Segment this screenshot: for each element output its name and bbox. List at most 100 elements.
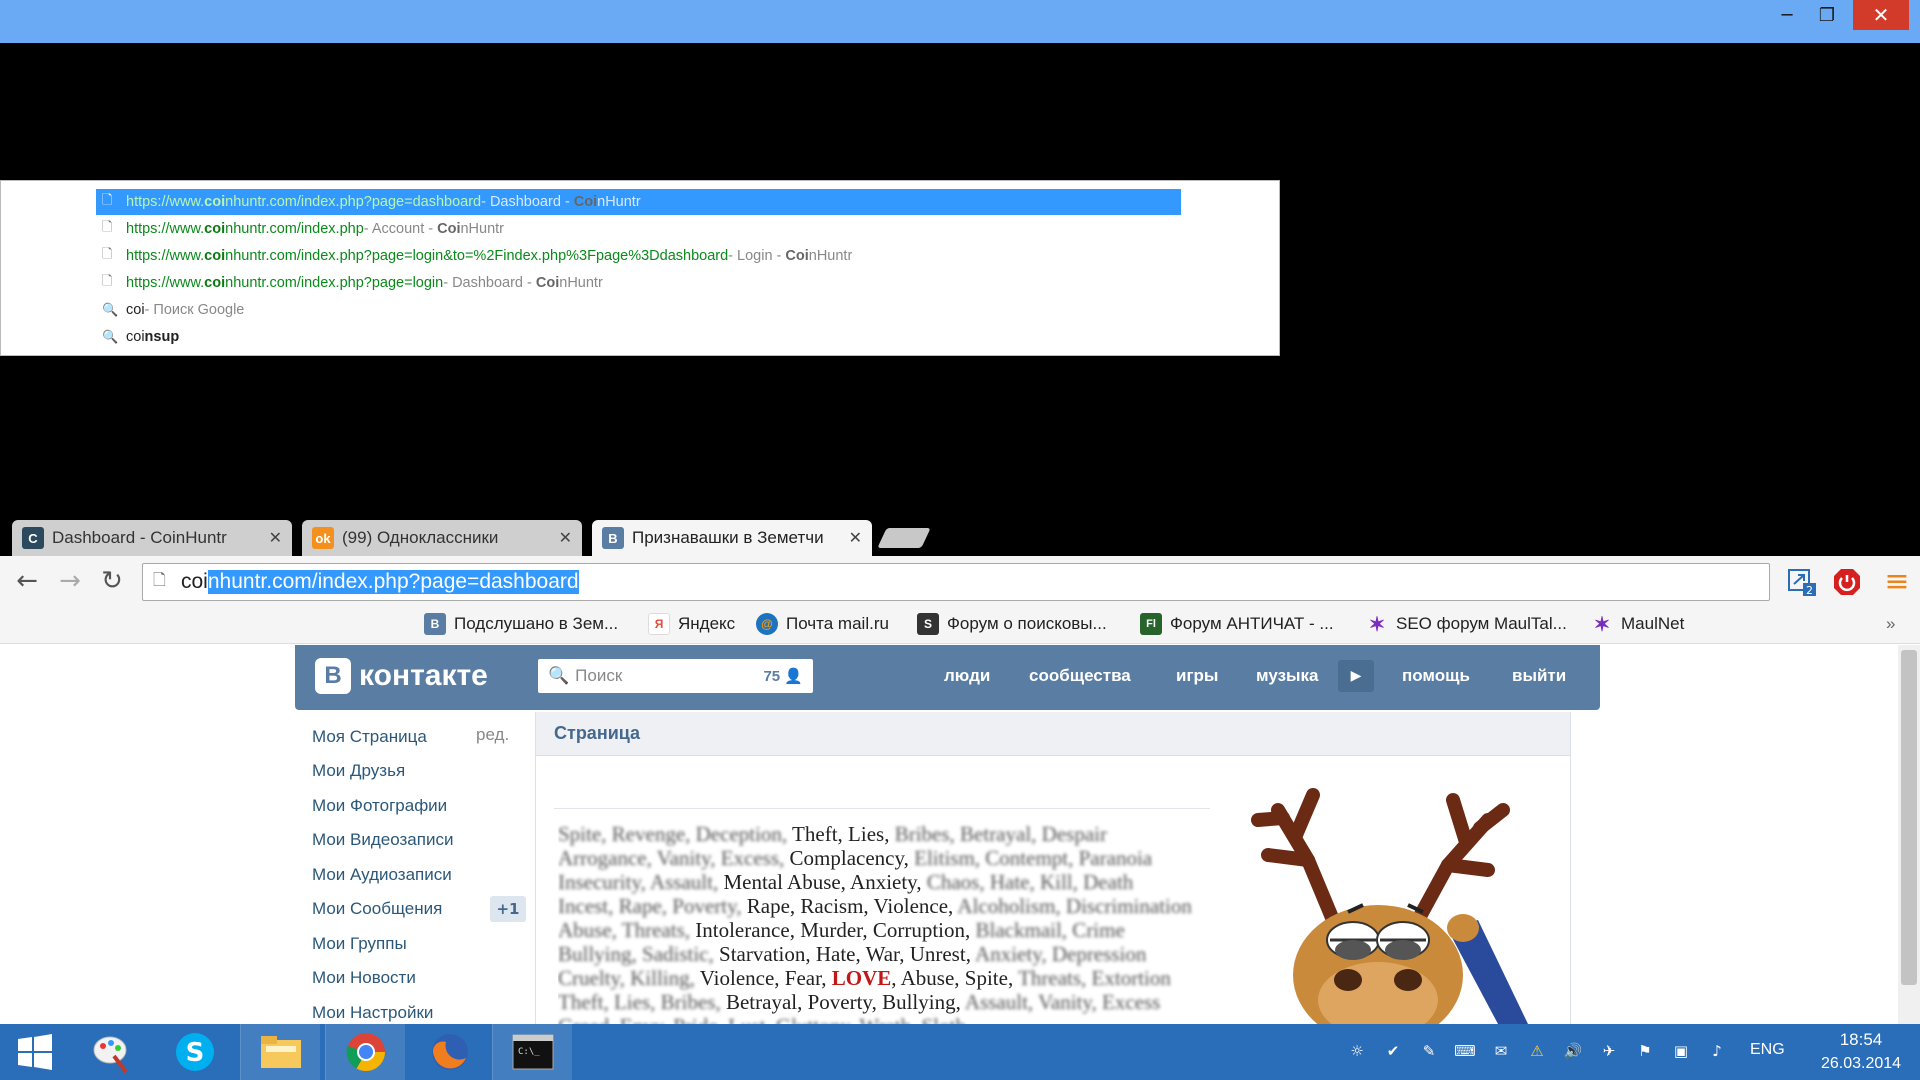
suggestion-title: - Login - CoinHuntr xyxy=(728,248,853,264)
vk-favicon-icon: В xyxy=(602,527,624,549)
suggestion-item[interactable]: 🗋 https://www.coinhuntr.com/index.php?pa… xyxy=(96,243,1181,269)
skype-app-icon[interactable]: S xyxy=(155,1024,235,1080)
address-autocomplete-selection: nhuntr.com/index.php?page=dashboard xyxy=(207,570,579,594)
tray-flag-icon[interactable]: ⚑ xyxy=(1634,1040,1656,1062)
words-line: Abuse, Threats, Intolerance, Murder, Cor… xyxy=(558,918,1125,942)
suggestion-url: https://www.coinhuntr.com/index.php?page… xyxy=(126,194,482,210)
window-titlebar xyxy=(0,0,1920,43)
bookmark-maultalk[interactable]: ✶ SEO форум MaulTal... xyxy=(1366,610,1567,638)
nav-help[interactable]: помощь xyxy=(1402,662,1470,690)
messages-badge: +1 xyxy=(490,896,526,922)
menu-my-messages[interactable]: Мои Сообщения xyxy=(312,896,442,922)
tab-vk-active[interactable]: В Признавашки в Земетчи ✕ xyxy=(592,520,872,556)
translate-extension-icon[interactable]: 2 xyxy=(1786,566,1818,598)
close-window-button[interactable]: ✕ xyxy=(1853,0,1909,30)
paint-app-icon[interactable] xyxy=(70,1024,150,1080)
tray-plane-icon[interactable]: ✈ xyxy=(1598,1040,1620,1062)
bookmark-search-forum[interactable]: S Форум о поисковы... xyxy=(917,610,1107,638)
menu-my-page[interactable]: Моя Страница xyxy=(312,724,427,750)
menu-my-groups[interactable]: Мои Группы xyxy=(312,931,407,957)
minimize-button[interactable]: ─ xyxy=(1770,0,1804,30)
nav-people[interactable]: люди xyxy=(944,662,990,690)
search-engine-label: - Поиск Google xyxy=(144,302,245,318)
search-completion: coinsup xyxy=(126,329,180,345)
bookmarks-overflow-button[interactable]: » xyxy=(1886,610,1895,638)
clock-time[interactable]: 18:54 xyxy=(1826,1030,1896,1050)
search-forum-icon: S xyxy=(917,613,939,635)
online-count: 75 👤 xyxy=(763,668,803,685)
yandex-icon: Я xyxy=(648,613,670,635)
vk-logo[interactable]: Вконтакте xyxy=(315,656,488,696)
tray-speaker-icon[interactable]: 🔊 xyxy=(1562,1040,1584,1062)
words-line: Arrogance, Vanity, Excess, Complacency, … xyxy=(558,846,1153,870)
menu-my-videos[interactable]: Мои Видеозаписи xyxy=(312,827,453,853)
new-tab-button[interactable] xyxy=(877,528,931,548)
maximize-button[interactable]: ❐ xyxy=(1810,0,1844,30)
clock-date[interactable]: 26.03.2014 xyxy=(1806,1055,1916,1073)
suggestion-item[interactable]: 🗋 https://www.coinhuntr.com/index.php - … xyxy=(96,216,1181,242)
suggestion-item[interactable]: 🗋 https://www.coinhuntr.com/index.php?pa… xyxy=(96,270,1181,296)
menu-my-news[interactable]: Мои Новости xyxy=(312,965,416,991)
address-bar[interactable]: 🗋 coi nhuntr.com/index.php?page=dashboard xyxy=(142,563,1770,601)
maulnet-icon: ✶ xyxy=(1593,613,1611,636)
chrome-app-icon[interactable] xyxy=(325,1024,405,1080)
scrollbar-thumb[interactable] xyxy=(1901,650,1917,985)
nav-communities[interactable]: сообщества xyxy=(1029,662,1131,690)
firefox-app-icon[interactable] xyxy=(410,1024,490,1080)
menu-edit-link[interactable]: ред. xyxy=(476,725,509,745)
tray-sync-icon[interactable]: ☼ xyxy=(1346,1040,1368,1062)
chrome-menu-button[interactable]: ≡ xyxy=(1882,564,1912,599)
tab-coinhuntr[interactable]: C Dashboard - CoinHuntr ✕ xyxy=(12,520,292,556)
back-button[interactable]: ← xyxy=(12,566,42,596)
start-button[interactable] xyxy=(0,1024,70,1080)
menu-my-audio[interactable]: Мои Аудиозаписи xyxy=(312,862,452,888)
search-query: coi xyxy=(126,302,145,318)
nav-logout[interactable]: выйти xyxy=(1512,662,1566,690)
tray-mail-icon[interactable]: ✉ xyxy=(1490,1040,1512,1062)
search-suggestion[interactable]: 🔍 coinsup xyxy=(96,324,1181,350)
tray-keyboard-icon[interactable]: ⌨ xyxy=(1454,1040,1476,1062)
menu-my-photos[interactable]: Мои Фотографии xyxy=(312,793,447,819)
bookmark-maulnet[interactable]: ✶ MaulNet xyxy=(1591,610,1685,638)
reload-button[interactable]: ↻ xyxy=(97,566,127,596)
nav-music[interactable]: музыка xyxy=(1256,662,1319,690)
page-icon: 🗋 xyxy=(102,273,113,288)
page-icon: 🗋 xyxy=(102,219,113,234)
search-icon: 🔍 xyxy=(102,329,119,344)
suggestion-item[interactable]: 🗋 https://www.coinhuntr.com/index.php?pa… xyxy=(96,189,1181,215)
tray-check-icon[interactable]: ✔ xyxy=(1382,1040,1404,1062)
command-prompt-app-icon[interactable]: C:\_ xyxy=(492,1024,572,1080)
search-suggestion[interactable]: 🔍 coi - Поиск Google xyxy=(96,297,1181,323)
menu-my-settings[interactable]: Мои Настройки xyxy=(312,1000,433,1026)
language-indicator[interactable]: ENG xyxy=(1750,1041,1785,1059)
suggestion-title: - Account - CoinHuntr xyxy=(363,221,505,237)
file-explorer-app-icon[interactable] xyxy=(240,1024,320,1080)
bookmark-label: Почта mail.ru xyxy=(786,614,889,633)
page-icon: 🗋 xyxy=(102,192,113,207)
tray-pen-icon[interactable]: ✎ xyxy=(1418,1040,1440,1062)
tray-network-icon[interactable]: ▣ xyxy=(1670,1040,1692,1062)
tab-title: Признавашки в Земетчи xyxy=(632,528,824,547)
tab-title: (99) Одноклассники xyxy=(342,528,499,547)
words-line: Incest, Rape, Poverty, Rape, Racism, Vio… xyxy=(558,894,1192,918)
search-icon: 🔍 xyxy=(548,666,570,685)
bookmark-yandex[interactable]: Я Яндекс xyxy=(648,610,735,638)
vk-search-input[interactable]: 🔍 Поиск 75 👤 xyxy=(538,659,813,693)
forward-button[interactable]: → xyxy=(55,566,85,596)
tab-odnoklassniki[interactable]: ok (99) Одноклассники ✕ xyxy=(302,520,582,556)
tray-warning-icon[interactable]: ⚠ xyxy=(1526,1040,1548,1062)
svg-text:S: S xyxy=(186,1038,205,1068)
adblock-extension-icon[interactable] xyxy=(1831,566,1863,598)
bookmark-podslushano[interactable]: В Подслушано в Зем... xyxy=(424,610,618,638)
moose-sticker-image xyxy=(1251,788,1528,1024)
close-tab-icon[interactable]: ✕ xyxy=(269,528,282,548)
play-icon[interactable]: ▶ xyxy=(1338,660,1374,692)
suggestion-title: - Dashboard - CoinHuntr xyxy=(443,275,603,291)
close-tab-icon[interactable]: ✕ xyxy=(559,528,572,548)
close-tab-icon[interactable]: ✕ xyxy=(849,528,862,548)
tray-volume-icon[interactable]: ♪ xyxy=(1706,1040,1728,1062)
bookmark-antichat[interactable]: Fl Форум АНТИЧАТ - ... xyxy=(1140,610,1334,638)
bookmark-mailru[interactable]: @ Почта mail.ru xyxy=(756,610,889,638)
nav-games[interactable]: игры xyxy=(1176,662,1218,690)
menu-my-friends[interactable]: Мои Друзья xyxy=(312,758,405,784)
